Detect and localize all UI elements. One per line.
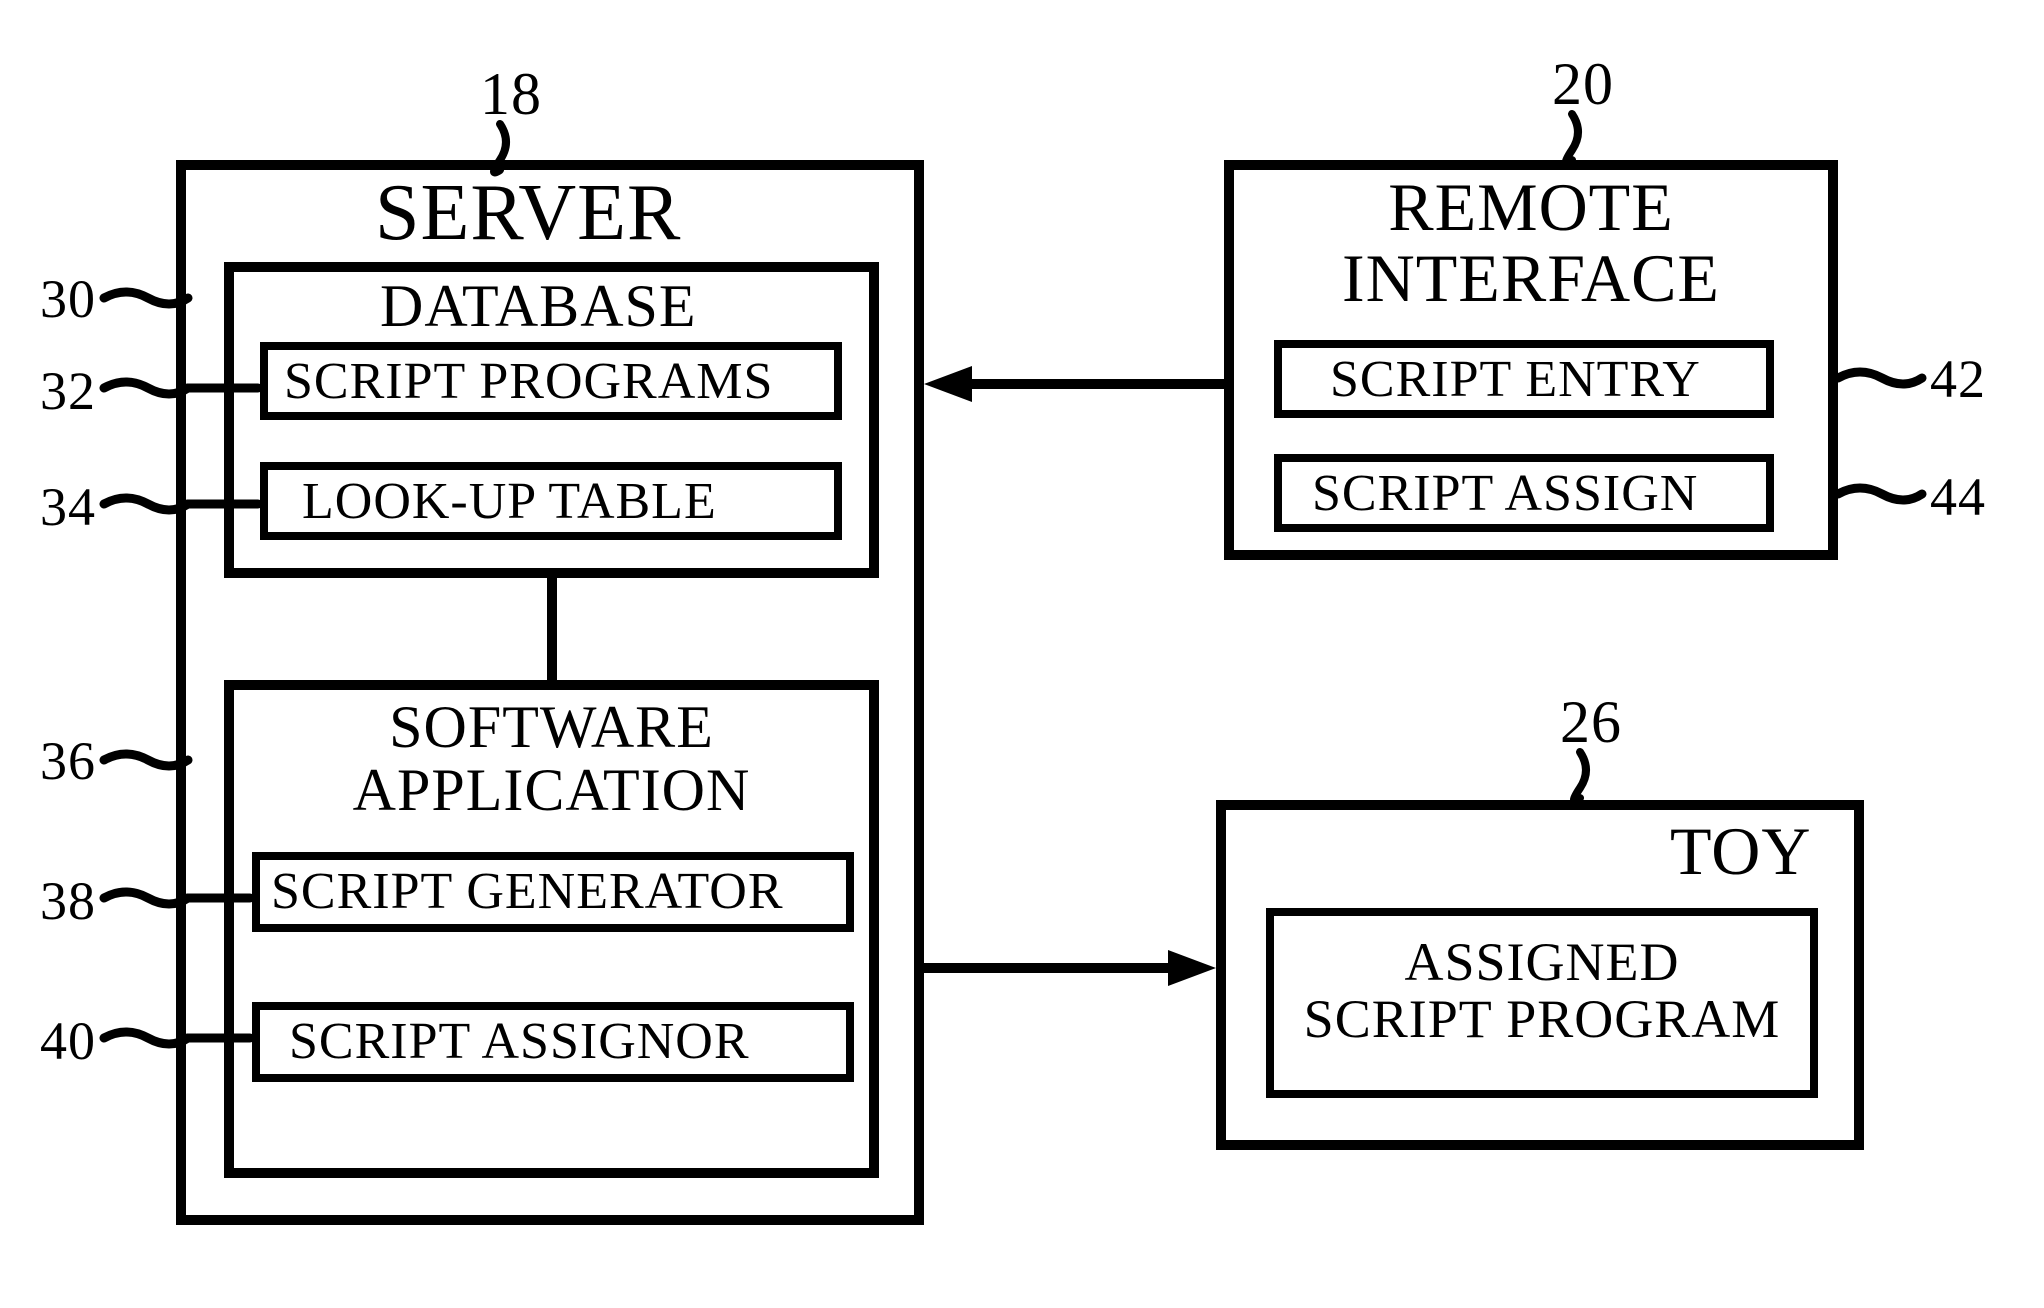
- database-title: DATABASE: [380, 272, 697, 341]
- server-title: SERVER: [375, 168, 681, 259]
- ref-40: 40: [40, 1010, 96, 1072]
- ref-20: 20: [1552, 50, 1614, 119]
- software-application-title: SOFTWARE APPLICATION: [224, 696, 879, 822]
- remote-interface-title: REMOTE INTERFACE: [1224, 172, 1838, 315]
- ref-34: 34: [40, 476, 96, 538]
- toy-title: TOY: [1670, 812, 1812, 891]
- ref-32: 32: [40, 360, 96, 422]
- script-assign-title: SCRIPT ASSIGN: [1312, 464, 1698, 523]
- ref-18: 18: [480, 60, 542, 129]
- script-entry-title: SCRIPT ENTRY: [1330, 350, 1701, 409]
- ref-30: 30: [40, 268, 96, 330]
- ref-26: 26: [1560, 688, 1622, 757]
- software-app-line1: SOFTWARE APPLICATION: [353, 694, 751, 823]
- lookup-table-title: LOOK-UP TABLE: [302, 472, 717, 531]
- assigned-script-text: ASSIGNED SCRIPT PROGRAM: [1304, 932, 1781, 1049]
- assigned-script-title: ASSIGNED SCRIPT PROGRAM: [1266, 934, 1818, 1047]
- remote-interface-text: REMOTE INTERFACE: [1342, 169, 1720, 316]
- ref-42: 42: [1930, 348, 1986, 410]
- ref-44: 44: [1930, 466, 1986, 528]
- ref-36: 36: [40, 730, 96, 792]
- script-programs-title: SCRIPT PROGRAMS: [284, 352, 773, 411]
- script-assignor-title: SCRIPT ASSIGNOR: [289, 1012, 750, 1071]
- ref-38: 38: [40, 870, 96, 932]
- script-generator-title: SCRIPT GENERATOR: [271, 862, 784, 921]
